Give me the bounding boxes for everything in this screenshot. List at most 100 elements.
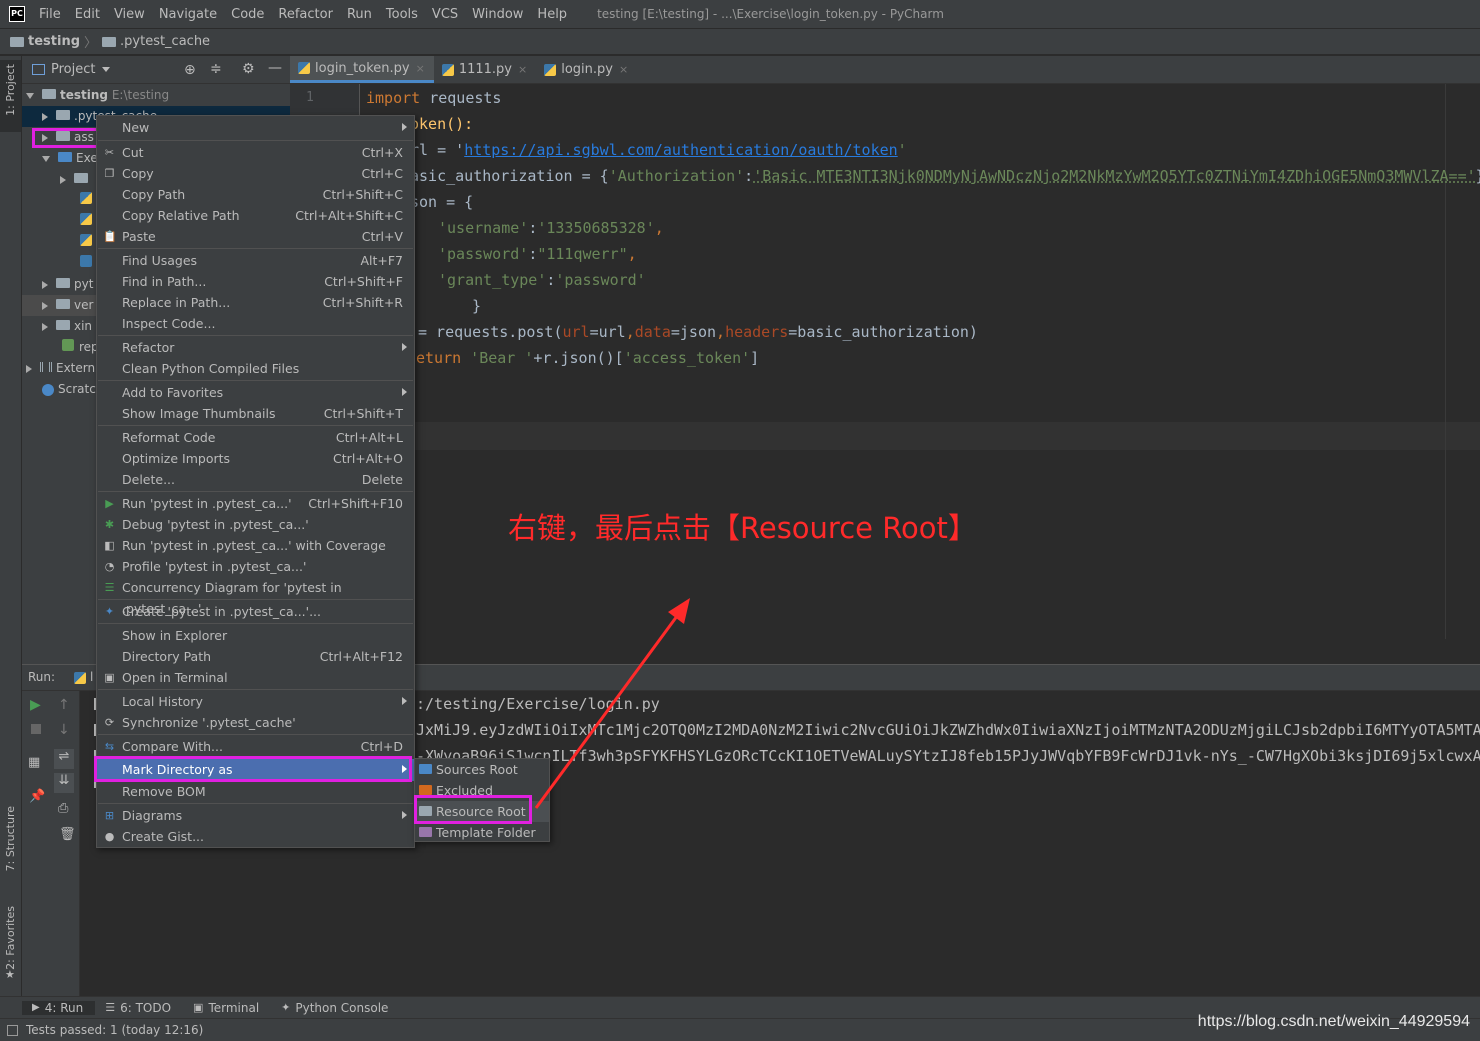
menu-tools[interactable]: Tools	[386, 7, 418, 22]
locate-icon[interactable]: ⊕	[184, 62, 196, 78]
menu-item-compare-with[interactable]: ⇆ Compare With... Ctrl+D	[97, 736, 414, 757]
menu-item-open-in-terminal[interactable]: ▣ Open in Terminal	[97, 667, 414, 688]
menu-item-new[interactable]: New	[97, 117, 414, 138]
menu-item-optimize-imports[interactable]: Optimize Imports Ctrl+Alt+O	[97, 448, 414, 469]
menu-refactor[interactable]: Refactor	[278, 7, 333, 22]
menu-item-show-in-explorer[interactable]: Show in Explorer	[97, 625, 414, 646]
menu-edit[interactable]: Edit	[75, 7, 100, 22]
menu-item-create-gist[interactable]: ● Create Gist...	[97, 826, 414, 847]
menu-separator	[98, 491, 413, 492]
highlight-box-resource-root	[414, 795, 532, 824]
menu-item-find-usages[interactable]: Find Usages Alt+F7	[97, 250, 414, 271]
collapse-all-icon[interactable]: ≑	[210, 61, 222, 77]
collapsed-icon[interactable]	[26, 364, 32, 373]
menu-item-copy[interactable]: ❐ Copy Ctrl+C	[97, 163, 414, 184]
menu-item-diagrams[interactable]: ⊞ Diagrams	[97, 805, 414, 826]
stop-icon[interactable]	[31, 724, 41, 734]
code-editor[interactable]: import requests oken(): rl = 'https://ap…	[360, 84, 1480, 664]
menu-item-delete[interactable]: Delete... Delete	[97, 469, 414, 490]
menu-item-concurrency-diagram[interactable]: ☰ Concurrency Diagram for 'pytest in .pyt…	[97, 577, 414, 616]
menu-item-clean-compiled[interactable]: Clean Python Compiled Files	[97, 358, 414, 379]
menu-item-inspect-code[interactable]: Inspect Code...	[97, 313, 414, 334]
up-arrow-icon[interactable]: ↑	[58, 697, 70, 713]
menu-item-find-in-path[interactable]: Find in Path... Ctrl+Shift+F	[97, 271, 414, 292]
collapsed-icon[interactable]	[42, 322, 48, 331]
status-toggle-icon[interactable]	[7, 1024, 18, 1036]
line-number: 1	[306, 90, 314, 105]
collapsed-icon[interactable]	[42, 112, 48, 121]
tree-row-testing[interactable]: testing E:\testing	[22, 85, 290, 106]
gear-icon[interactable]: ⚙	[242, 61, 255, 77]
run-config-tab[interactable]: l	[90, 670, 93, 684]
expand-icon[interactable]	[26, 92, 34, 99]
menu-item-replace-in-path[interactable]: Replace in Path... Ctrl+Shift+R	[97, 292, 414, 313]
menu-navigate[interactable]: Navigate	[159, 7, 217, 22]
menu-item-remove-bom[interactable]: Remove BOM	[97, 781, 414, 802]
trash-icon[interactable]: 🗑	[59, 827, 76, 842]
collapsed-icon[interactable]	[42, 301, 48, 310]
chevron-down-icon[interactable]	[102, 67, 111, 72]
soft-wrap-icon[interactable]: ⇌	[54, 749, 74, 769]
tab-login[interactable]: login.py ×	[536, 56, 637, 83]
menu-item-run-with-coverage[interactable]: ◧ Run 'pytest in .pytest_ca...' with Cove…	[97, 535, 414, 556]
excluded-folder-icon	[419, 785, 432, 795]
close-icon[interactable]: ×	[619, 63, 628, 76]
menu-view[interactable]: View	[114, 7, 145, 22]
tab-terminal[interactable]: ▣ Terminal	[183, 1001, 271, 1015]
menu-item-debug-pytest[interactable]: ✱ Debug 'pytest in .pytest_ca...'	[97, 514, 414, 535]
tab-login-token[interactable]: login_token.py ×	[290, 56, 434, 83]
menu-run[interactable]: Run	[347, 7, 372, 22]
menu-item-cut[interactable]: ✂ Cut Ctrl+X	[97, 142, 414, 163]
rerun-icon[interactable]: ▶	[30, 697, 41, 713]
breadcrumb-child[interactable]: .pytest_cache	[120, 34, 210, 49]
print-icon[interactable]: ⎙	[58, 801, 68, 816]
menu-item-local-history[interactable]: Local History	[97, 691, 414, 712]
menu-file[interactable]: File	[39, 7, 61, 22]
submenu-arrow-icon	[402, 811, 407, 819]
down-arrow-icon[interactable]: ↓	[58, 722, 70, 738]
collapsed-icon[interactable]	[60, 175, 66, 184]
menu-item-directory-path[interactable]: Directory Path Ctrl+Alt+F12	[97, 646, 414, 667]
arrow-shaft	[534, 611, 682, 809]
project-tool-label[interactable]: 1: Project	[4, 64, 17, 116]
menu-item-reformat-code[interactable]: Reformat Code Ctrl+Alt+L	[97, 427, 414, 448]
expand-icon[interactable]	[42, 155, 50, 162]
tab-run[interactable]: ▶ 4: Run	[22, 1000, 96, 1015]
submenu-arrow-icon	[402, 388, 407, 396]
menu-item-refactor[interactable]: Refactor	[97, 337, 414, 358]
menu-help[interactable]: Help	[537, 7, 567, 22]
menu-vcs[interactable]: VCS	[432, 7, 458, 22]
tab-1111[interactable]: 1111.py ×	[434, 56, 536, 83]
menu-item-copy-relative-path[interactable]: Copy Relative Path Ctrl+Alt+Shift+C	[97, 205, 414, 226]
menu-item-show-thumbnails[interactable]: Show Image Thumbnails Ctrl+Shift+T	[97, 403, 414, 424]
menu-item-synchronize[interactable]: ⟳ Synchronize '.pytest_cache'	[97, 712, 414, 733]
close-icon[interactable]: ×	[518, 63, 527, 76]
collapsed-icon[interactable]	[42, 280, 48, 289]
menu-code[interactable]: Code	[231, 7, 264, 22]
project-panel-header: Project ⊕ ≑ ⚙ —	[22, 56, 290, 84]
favorites-tool-label[interactable]: 2: Favorites	[4, 906, 17, 970]
hide-panel-icon[interactable]: —	[268, 60, 282, 76]
run-panel-label: Run:	[28, 670, 56, 684]
diagram-icon: ⊞	[104, 809, 115, 822]
menu-window[interactable]: Window	[472, 7, 523, 22]
menu-item-add-to-favorites[interactable]: Add to Favorites	[97, 382, 414, 403]
tab-python-console[interactable]: ✦ Python Console	[271, 1001, 400, 1015]
close-icon[interactable]: ×	[416, 62, 425, 75]
tab-todo[interactable]: ☰ 6: TODO	[95, 1001, 183, 1015]
structure-tool-label[interactable]: 7: Structure	[4, 806, 17, 871]
layout-icon[interactable]: ▦	[28, 755, 40, 770]
pin-icon[interactable]: 📌	[29, 789, 45, 804]
menu-item-copy-path[interactable]: Copy Path Ctrl+Shift+C	[97, 184, 414, 205]
scroll-to-end-icon[interactable]: ⇊	[54, 773, 74, 793]
submenu-item-template-folder[interactable]: Template Folder	[415, 822, 549, 843]
menu-item-run-pytest[interactable]: ▶ Run 'pytest in .pytest_ca...' Ctrl+Shift…	[97, 493, 414, 514]
file-icon	[62, 339, 74, 351]
code-line-9: }	[472, 297, 482, 315]
menu-item-create-config[interactable]: ✦ Create 'pytest in .pytest_ca...'...	[97, 601, 414, 622]
menu-item-paste[interactable]: 📋 Paste Ctrl+V	[97, 226, 414, 247]
menu-item-profile-pytest[interactable]: ◔ Profile 'pytest in .pytest_ca...'	[97, 556, 414, 577]
project-view-selector[interactable]: Project	[51, 62, 95, 77]
terminal-icon: ▣	[193, 1001, 204, 1014]
breadcrumb-root[interactable]: testing	[28, 34, 80, 49]
